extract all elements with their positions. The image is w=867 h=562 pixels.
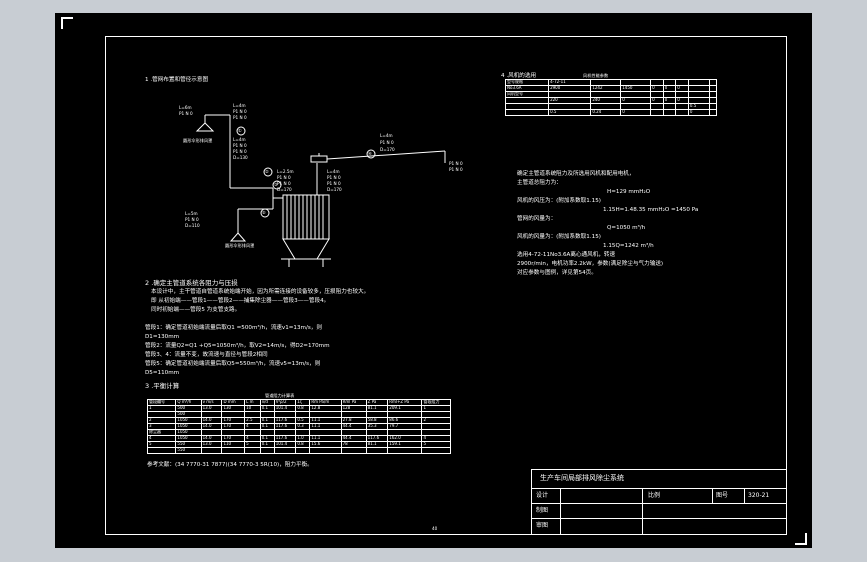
calc-table: 管段编号 Q m³/h v m/s D mm L m λ/d V²ρ/2 Σζ Rm Pa/m R… <box>146 399 451 454</box>
label-e1: L=4m <box>380 133 393 138</box>
label-b1c: P1 N 0 <box>233 149 247 154</box>
outlet-label: P1 N 0 <box>449 161 463 166</box>
pipe-number-2: ② <box>265 169 269 174</box>
pipe-number-4: ④ <box>368 151 372 156</box>
right-line-1: 确定主管道系统阻力及所选用风机和配用电机， <box>517 171 635 177</box>
table-cell <box>200 447 223 454</box>
table-cell <box>340 447 367 454</box>
table-cell <box>365 447 389 454</box>
table-cell <box>259 447 275 454</box>
label-d1d: D=170 <box>327 187 342 192</box>
label-a1b: P1 N 0 <box>179 111 193 116</box>
fan-table-title: 风机性能参数 <box>583 73 609 78</box>
calc-line-4: 管段3、4：流量不变，故流速与直径与管段2相同 <box>145 352 268 358</box>
table-cell: 0.5 <box>548 109 592 116</box>
bottom-note: 参考文献：(34 7770-31 7877)(34 7770-3 5R(10)，… <box>147 462 313 468</box>
cad-canvas: 1 .管网布置和管径示意图 L=6m P1 N 0 L=4m P1 N 0 P1… <box>55 13 812 548</box>
right-line-7: Q=1050 m³/h <box>607 225 646 231</box>
table-cell: 0 <box>687 109 711 116</box>
design-label: 设计 <box>536 492 549 499</box>
label-a2: L=4m <box>233 103 246 108</box>
right-line-12: 对应参数与图例，详见第54页。 <box>517 270 597 276</box>
table-cell <box>709 109 717 116</box>
table-cell <box>221 447 246 454</box>
hood-2-icon <box>229 232 247 242</box>
label-b1: L=4m <box>233 137 246 142</box>
draw-label: 制图 <box>536 507 549 514</box>
table-cell <box>650 109 664 116</box>
pipe-number-1: ① <box>238 128 242 133</box>
section3-title: 3 .平衡计算 <box>145 382 180 390</box>
fan-icon <box>310 155 328 163</box>
section2-title: 2 .确定主管道系统各阻力与压损 <box>145 279 238 287</box>
table-cell <box>146 447 177 454</box>
right-line-8: 风机的风量为：(附加系数取1.15) <box>517 234 601 240</box>
table-cell: 0 <box>620 109 652 116</box>
right-line-11: 2900r/min，电机功率2.2kW，参数(满足除尘与气力输送) <box>517 261 664 267</box>
table-cell <box>421 447 451 454</box>
right-line-5: 1.15H=1.48.35 mmH₂O =1450 Pa <box>603 207 699 213</box>
calc-table-row: 550 <box>146 447 451 454</box>
fan-table: 型号规格 4-72-11 No3.6A 2900 1242 1450 0 0 0 风机型号 220 2… <box>504 79 717 116</box>
section2-line-1: 本设计中，主干管道自管道系统始端开始，因为所需连接的设备较多，压损阻力也较大。 <box>151 289 370 295</box>
pipe-number-3: ③ <box>274 182 278 187</box>
table-cell: 0.24 <box>590 109 622 116</box>
table-cell <box>273 447 297 454</box>
outlet-label-2: P1 N 0 <box>449 167 463 172</box>
label-e1c: D=170 <box>380 147 395 152</box>
calc-line-2: D1=130mm <box>145 334 180 340</box>
section2-line-2: 即 从初始端——管段1——管段2——捕集除尘器——管段3——管段4。 <box>151 298 330 304</box>
hood-1-icon <box>195 122 215 132</box>
calc-line-6: D5=110mm <box>145 370 180 376</box>
label-d1c: P1 N 0 <box>327 181 341 186</box>
right-line-3: H=129 mmH₂O <box>607 189 651 195</box>
label-c1b: P1 N 0 <box>277 175 291 180</box>
label-c1d: D=170 <box>277 187 292 192</box>
label-f1: L=5m <box>185 211 198 216</box>
drawing-title: 生产车间局部排风除尘系统 <box>540 474 624 482</box>
hood1-label: 圆形伞形排风罩 <box>183 138 213 143</box>
label-b1b: P1 N 0 <box>233 143 247 148</box>
calc-line-3: 管段2：流量Q2=Q1 +Q5=1050m³/h，取V2=14m/s，得D2=1… <box>145 343 330 349</box>
section2-line-3: 同时初始端——管段5 为支管支路。 <box>151 307 241 313</box>
label-a2c: P1 N 0 <box>233 115 247 120</box>
table-cell <box>675 109 689 116</box>
calc-line-5: 管段5：确定管道初始端流量后取Q5=550m³/h，流速v5=13m/s，则 <box>145 361 321 367</box>
right-line-6: 管网的风量为： <box>517 216 557 222</box>
table-cell <box>662 109 677 116</box>
label-d1b: P1 N 0 <box>327 175 341 180</box>
label-a1: L=6m <box>179 105 192 110</box>
label-c1c: P1 N 0 <box>277 181 291 186</box>
label-c1: L=2.5m <box>277 169 294 174</box>
drawing-no-label: 图号 <box>716 492 729 499</box>
label-b1d: D=130 <box>233 155 248 160</box>
calc-line-1: 管段1：确定管道初始端流量后取Q1 =500m³/h，流速v1=13m/s，则 <box>145 325 322 331</box>
fan-table-row: 0.5 0.24 0 0 <box>504 109 717 116</box>
table-cell <box>295 447 311 454</box>
table-cell <box>244 447 261 454</box>
hood2-label: 圆形伞形排风罩 <box>225 243 255 248</box>
table-cell <box>387 447 423 454</box>
label-f1c: D=110 <box>185 223 200 228</box>
table-cell <box>504 109 550 116</box>
label-d1: L=4m <box>327 169 340 174</box>
label-f1b: P1 N 0 <box>185 217 199 222</box>
right-line-10: 选用4-72-11No3.6A离心通风机，转速 <box>517 252 616 258</box>
right-line-4: 风机的风压为：(附加系数取1.15) <box>517 198 601 204</box>
table-cell <box>309 447 342 454</box>
right-line-9: 1.15Q=1242 m³/h <box>603 243 654 249</box>
right-line-2: 主管道总阻力为： <box>517 180 562 186</box>
label-a2b: P1 N 0 <box>233 109 247 114</box>
dust-collector-icon <box>282 194 330 240</box>
review-label: 审图 <box>536 522 549 529</box>
label-e1b: P1 N 0 <box>380 140 394 145</box>
pipe-number-5: ⑤ <box>262 210 266 215</box>
table-cell: 550 <box>175 447 202 454</box>
calc-table-title: 管道阻力计算表 <box>265 393 295 398</box>
drawing-no: 320-21 <box>748 492 770 499</box>
title-block: 生产车间局部排风除尘系统 设计 制图 审图 比例 图号 320-21 <box>531 469 787 535</box>
scale-label: 比例 <box>648 492 661 499</box>
page-number: 40 <box>432 526 438 531</box>
